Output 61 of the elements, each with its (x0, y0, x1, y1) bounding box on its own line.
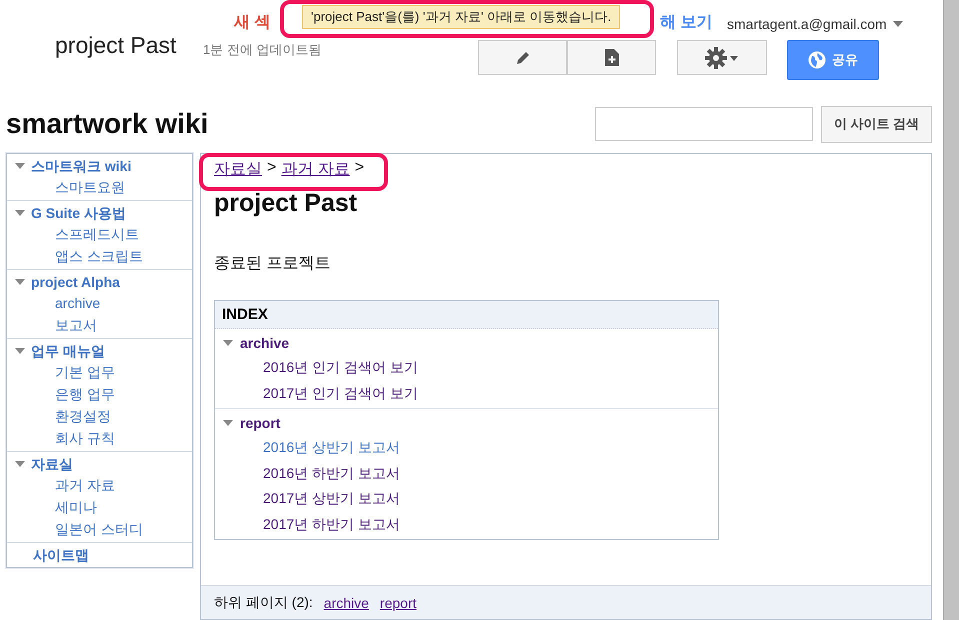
search-button[interactable]: 이 사이트 검색 (820, 106, 932, 142)
sidebar-item[interactable]: 세미나 (7, 496, 192, 518)
index-link[interactable]: 2017년 하반기 보고서 (215, 512, 718, 537)
index-link[interactable]: 2016년 하반기 보고서 (215, 460, 718, 486)
sidebar-item[interactable]: 과거 자료 (7, 474, 192, 496)
index-link[interactable]: 2016년 상반기 보고서 (215, 435, 718, 460)
new-page-button[interactable] (567, 40, 656, 75)
pencil-icon (514, 50, 530, 66)
index-link[interactable]: 2016년 인기 검색어 보기 (215, 355, 718, 380)
breadcrumb-link[interactable]: 과거 자료 (281, 159, 350, 180)
notice-link[interactable]: 해 보기 (660, 12, 712, 33)
sidebar-item[interactable]: 자료실 (31, 454, 73, 474)
expand-triangle-icon[interactable] (14, 278, 26, 286)
expand-triangle-icon[interactable] (14, 209, 26, 217)
sidebar-item[interactable]: 스프레드시트 (7, 223, 192, 245)
sidebar-item[interactable]: 은행 업무 (7, 383, 192, 405)
description-text: 종료된 프로젝트 (214, 254, 332, 274)
expand-triangle-icon[interactable] (14, 162, 26, 170)
sidebar-item[interactable]: archive (7, 292, 192, 314)
index-group-link[interactable]: archive (240, 331, 290, 355)
globe-icon (808, 51, 826, 69)
subpage-link[interactable]: report (380, 594, 416, 610)
account-menu[interactable]: smartagent.a@gmail.com (727, 16, 903, 32)
new-page-icon (604, 49, 618, 66)
subpages-label: 하위 페이지 (2): (214, 594, 313, 612)
index-link[interactable]: 2017년 인기 검색어 보기 (215, 380, 718, 406)
sidebar-item[interactable]: 스마트워크 wiki (31, 156, 132, 176)
expand-triangle-icon[interactable] (14, 460, 26, 468)
sidebar-item[interactable]: 환경설정 (7, 405, 192, 427)
breadcrumb-separator: > (354, 159, 364, 178)
sidebar-item[interactable]: 회사 규칙 (7, 427, 192, 449)
index-heading: INDEX (215, 301, 718, 329)
sidebar-item[interactable]: 기본 업무 (7, 361, 192, 383)
sidebar-item[interactable]: 사이트맵 (33, 545, 89, 565)
expand-triangle-icon[interactable] (222, 339, 234, 347)
content-title: project Past (214, 189, 358, 217)
site-title: smartwork wiki (6, 108, 210, 140)
sidebar-item[interactable]: 스마트요원 (7, 176, 192, 198)
toast-message: 'project Past'을(를) '과거 자료' 아래로 이동했습니다. (302, 5, 620, 29)
breadcrumb-separator: > (267, 159, 276, 178)
scrollbar[interactable] (943, 0, 959, 620)
expand-triangle-icon[interactable] (222, 419, 234, 427)
sidebar-item[interactable]: 일본어 스터디 (7, 518, 192, 540)
search-field[interactable] (594, 107, 813, 141)
gear-icon (705, 46, 739, 68)
share-button[interactable]: 공유 (787, 40, 879, 80)
index-link[interactable]: 2017년 상반기 보고서 (215, 486, 718, 512)
sidebar-item[interactable]: 업무 매뉴얼 (31, 341, 105, 361)
index-group-link[interactable]: report (240, 411, 280, 435)
page-title: project Past (55, 32, 176, 59)
subpage-link[interactable]: archive (324, 594, 369, 610)
sidebar-item[interactable]: 보고서 (7, 314, 192, 336)
sidebar-item[interactable]: project Alpha (31, 272, 120, 292)
settings-button[interactable] (677, 40, 767, 75)
sidebar-item[interactable]: 앱스 스크립트 (7, 245, 192, 267)
breadcrumb-link[interactable]: 자료실 (214, 159, 262, 180)
update-time: 1분 전에 업데이트됨 (203, 41, 322, 59)
caret-icon (892, 21, 903, 27)
sidebar-item[interactable]: G Suite 사용법 (31, 203, 126, 223)
notice-text: 새 섹 (234, 13, 270, 33)
expand-triangle-icon[interactable] (14, 347, 26, 355)
